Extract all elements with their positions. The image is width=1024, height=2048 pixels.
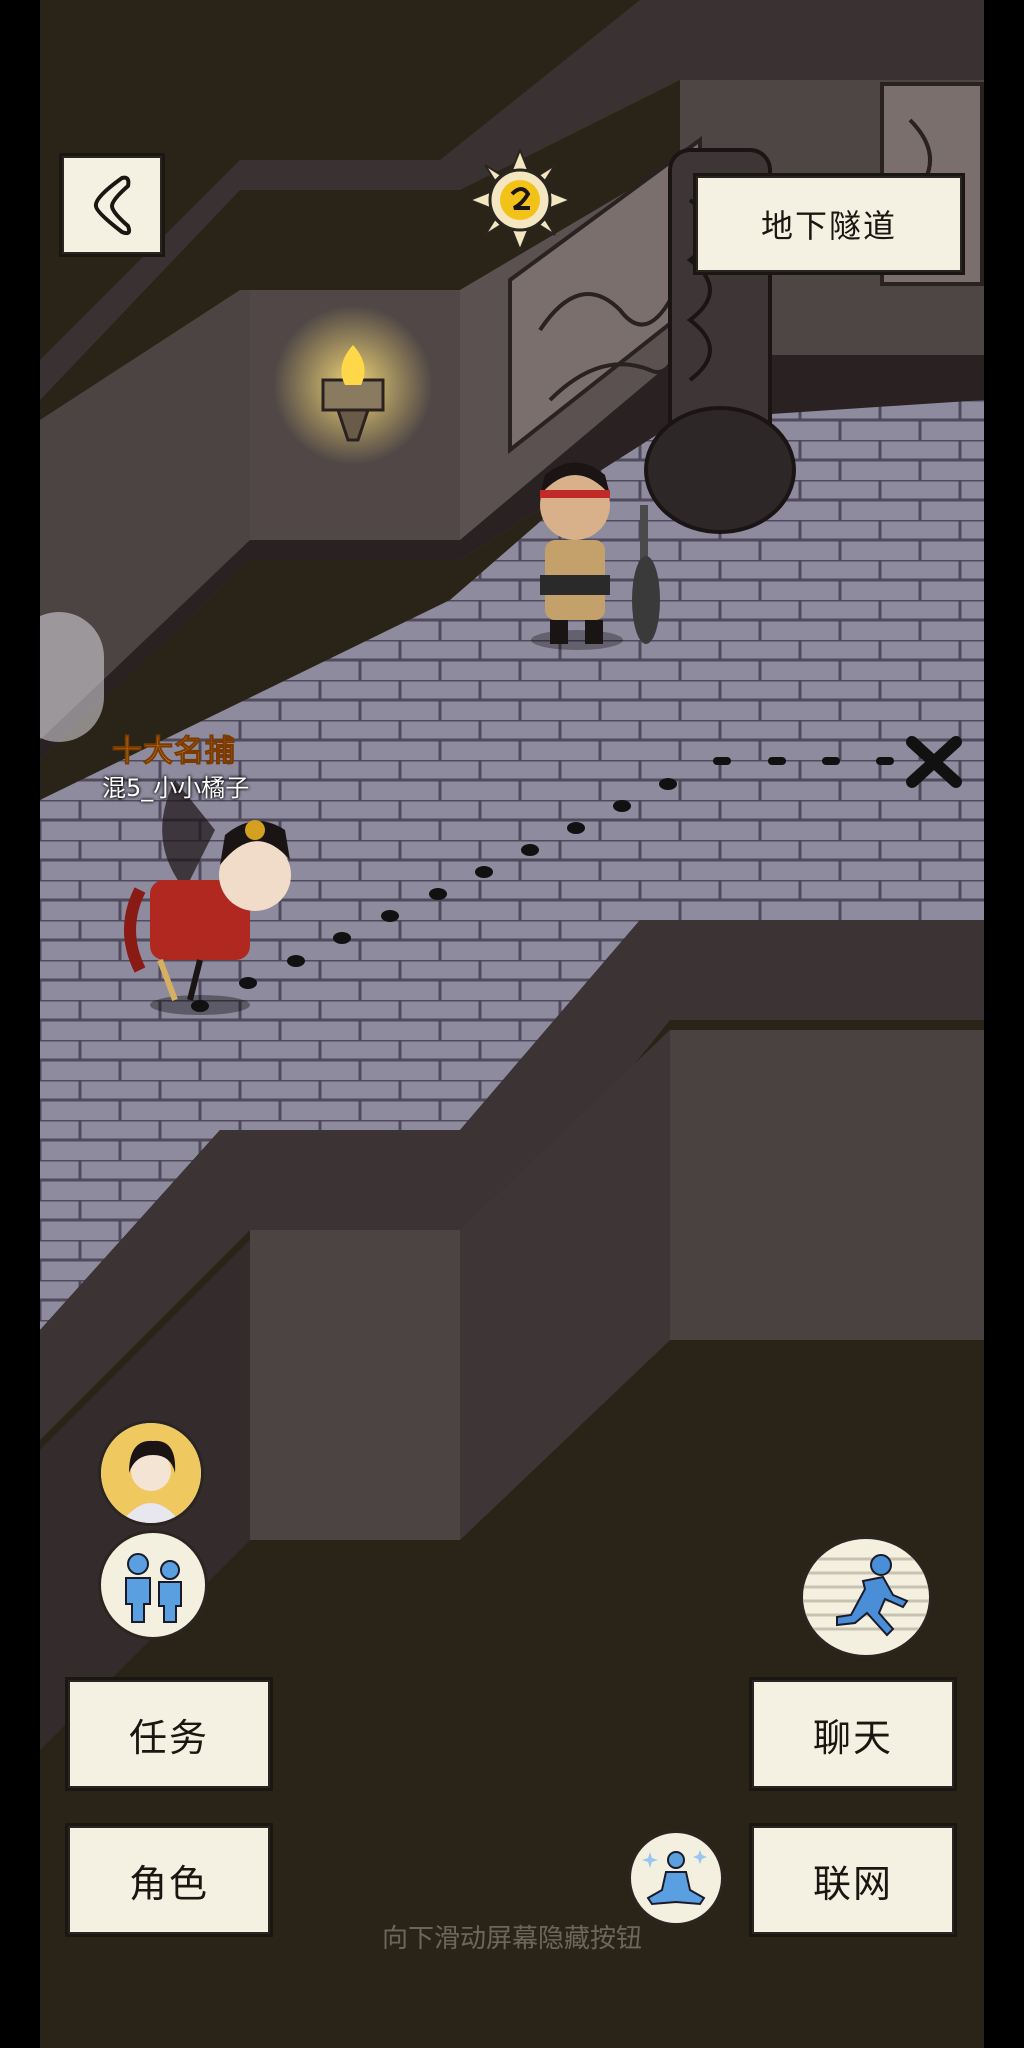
- back-button[interactable]: [62, 156, 162, 254]
- floating-side-tab[interactable]: [40, 612, 104, 742]
- quest-button[interactable]: 任务: [68, 1680, 270, 1788]
- lower-wall-face: [250, 1230, 460, 1540]
- player-title: 十大名捕: [112, 734, 236, 770]
- meditate-button[interactable]: [628, 1830, 724, 1926]
- character-avatar-button[interactable]: [98, 1420, 204, 1526]
- game-scene[interactable]: 十大名捕 混5_小小橘子 地下隧道 任务 角色 聊天 联网 向下滑动屏幕隐藏按钮: [40, 0, 984, 2048]
- player-name: 混5_小小橘子: [102, 774, 250, 802]
- location-badge: 地下隧道: [696, 176, 962, 272]
- sun-icon: [468, 148, 572, 252]
- run-button[interactable]: [800, 1536, 932, 1658]
- meditation-icon: [642, 1850, 707, 1906]
- hide-buttons-hint: 向下滑动屏幕隐藏按钮: [381, 1924, 642, 1954]
- chat-button[interactable]: 聊天: [752, 1680, 954, 1788]
- party-button[interactable]: [98, 1530, 208, 1640]
- back-arrow-icon: [93, 175, 132, 236]
- running-icon: [803, 1554, 929, 1637]
- avatar: [101, 1423, 201, 1523]
- party-members-icon: [125, 1553, 182, 1623]
